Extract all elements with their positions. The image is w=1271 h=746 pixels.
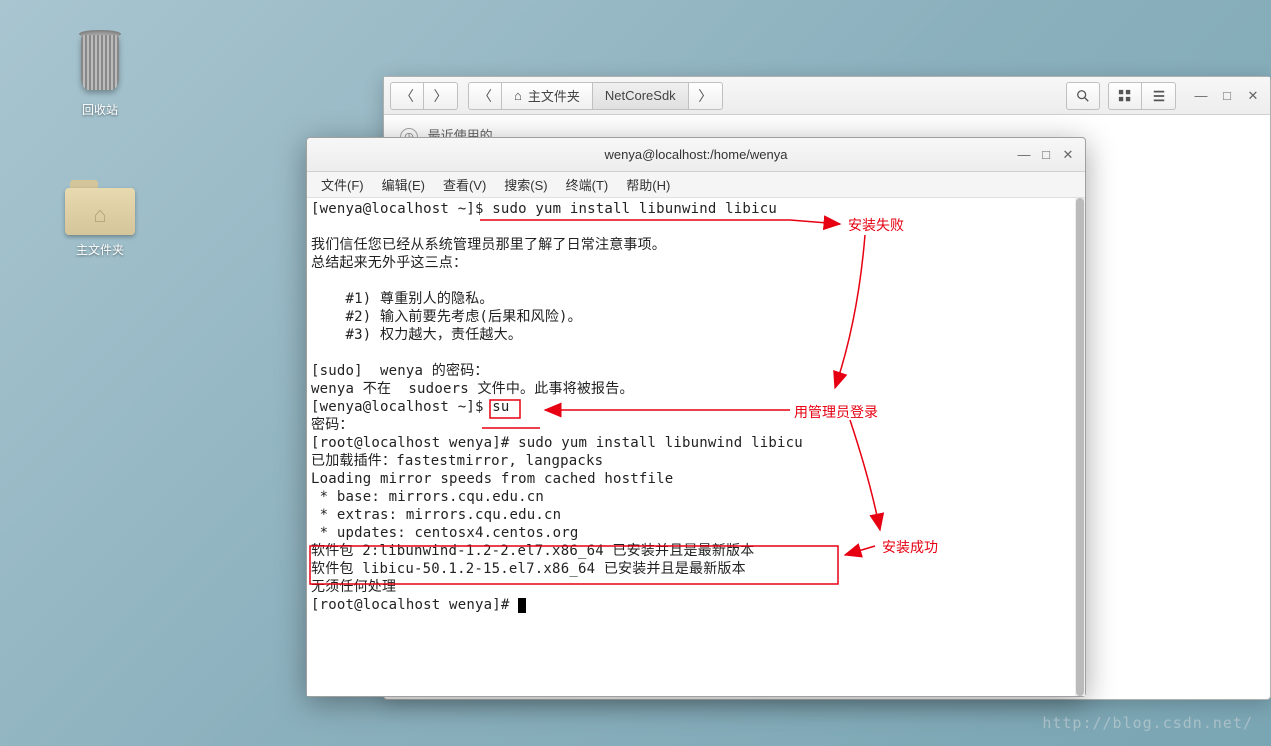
file-manager-titlebar[interactable]: 〈 〉 〈 ⌂ 主文件夹 NetCoreSdk 〉 ― □: [384, 77, 1270, 115]
tl-14: [root@localhost wenya]# sudo yum install…: [311, 435, 803, 451]
tl-17: * base: mirrors.cqu.edu.cn: [311, 489, 544, 505]
trash-label: 回收站: [82, 101, 118, 118]
tl-20: 软件包 2:libunwind-1.2-2.el7.x86_64 已安装并且是最…: [311, 543, 754, 559]
trash-icon: [71, 30, 129, 95]
watermark-text: http://blog.csdn.net/: [1042, 714, 1253, 732]
home-folder-label: 主文件夹: [76, 241, 124, 258]
terminal-content: [wenya@localhost ~]$ sudo yum install li…: [307, 198, 1075, 696]
menu-view[interactable]: 查看(V): [435, 172, 494, 197]
term-close-button[interactable]: ✕: [1057, 144, 1079, 166]
terminal-window: wenya@localhost:/home/wenya ― □ ✕ 文件(F) …: [306, 137, 1086, 697]
path-segment-current[interactable]: NetCoreSdk: [593, 82, 689, 110]
menu-edit[interactable]: 编辑(E): [374, 172, 433, 197]
menu-file[interactable]: 文件(F): [313, 172, 372, 197]
tl-19: * updates: centosx4.centos.org: [311, 525, 579, 541]
tl-13: 密码：: [311, 417, 354, 433]
tl-12: [wenya@localhost ~]$ su: [311, 399, 509, 415]
terminal-body[interactable]: [wenya@localhost ~]$ sudo yum install li…: [307, 198, 1085, 696]
tl-22: 无须任何处理: [311, 579, 396, 595]
tl-23: [root@localhost wenya]#: [311, 597, 518, 613]
path-prev-button[interactable]: 〈: [468, 82, 502, 110]
home-glyph-icon: ⌂: [93, 202, 106, 228]
path-home-label: 主文件夹: [528, 86, 580, 105]
fm-minimize-button[interactable]: ―: [1190, 85, 1212, 107]
tl-3: 我们信任您已经从系统管理员那里了解了日常注意事项。: [311, 237, 666, 253]
search-button[interactable]: [1066, 82, 1100, 110]
path-current-label: NetCoreSdk: [605, 88, 676, 103]
tl-4: 总结起来无外乎这三点：: [311, 255, 467, 271]
term-minimize-button[interactable]: ―: [1013, 144, 1035, 166]
menu-search[interactable]: 搜索(S): [496, 172, 555, 197]
path-segment-home[interactable]: ⌂ 主文件夹: [502, 82, 593, 110]
term-maximize-button[interactable]: □: [1035, 144, 1057, 166]
menu-terminal[interactable]: 终端(T): [558, 172, 617, 197]
nav-forward-button[interactable]: 〉: [424, 82, 458, 110]
folder-icon: ⌂: [65, 180, 135, 235]
tl-18: * extras: mirrors.cqu.edu.cn: [311, 507, 561, 523]
terminal-scrollbar[interactable]: [1075, 198, 1085, 696]
tl-16: Loading mirror speeds from cached hostfi…: [311, 471, 673, 487]
cursor-icon: [518, 598, 526, 613]
view-list-button[interactable]: [1142, 82, 1176, 110]
search-icon: [1076, 89, 1090, 103]
desktop-icon-trash[interactable]: 回收站: [60, 30, 140, 118]
tl-1: [wenya@localhost ~]$ sudo yum install li…: [311, 201, 777, 217]
tl-11: wenya 不在 sudoers 文件中。此事将被报告。: [311, 381, 634, 397]
tl-10: [sudo] wenya 的密码：: [311, 363, 489, 379]
tl-15: 已加载插件：fastestmirror, langpacks: [311, 453, 603, 469]
terminal-titlebar[interactable]: wenya@localhost:/home/wenya ― □ ✕: [307, 138, 1085, 172]
terminal-title: wenya@localhost:/home/wenya: [604, 147, 787, 162]
fm-close-button[interactable]: ✕: [1242, 85, 1264, 107]
terminal-menubar: 文件(F) 编辑(E) 查看(V) 搜索(S) 终端(T) 帮助(H): [307, 172, 1085, 198]
tl-21: 软件包 libicu-50.1.2-15.el7.x86_64 已安装并且是最新…: [311, 561, 746, 577]
tl-7: #2) 输入前要先考虑(后果和风险)。: [311, 309, 582, 325]
grid-icon: [1118, 89, 1132, 103]
tl-8: #3) 权力越大，责任越大。: [311, 327, 522, 343]
path-next-button[interactable]: 〉: [689, 82, 723, 110]
tl-6: #1) 尊重别人的隐私。: [311, 291, 494, 307]
nav-back-button[interactable]: 〈: [390, 82, 424, 110]
list-icon: [1152, 89, 1166, 103]
menu-help[interactable]: 帮助(H): [618, 172, 678, 197]
home-icon: ⌂: [514, 88, 522, 103]
desktop-icon-home[interactable]: ⌂ 主文件夹: [60, 180, 140, 258]
path-bar: 〈 ⌂ 主文件夹 NetCoreSdk 〉: [468, 82, 723, 110]
fm-maximize-button[interactable]: □: [1216, 85, 1238, 107]
view-grid-button[interactable]: [1108, 82, 1142, 110]
